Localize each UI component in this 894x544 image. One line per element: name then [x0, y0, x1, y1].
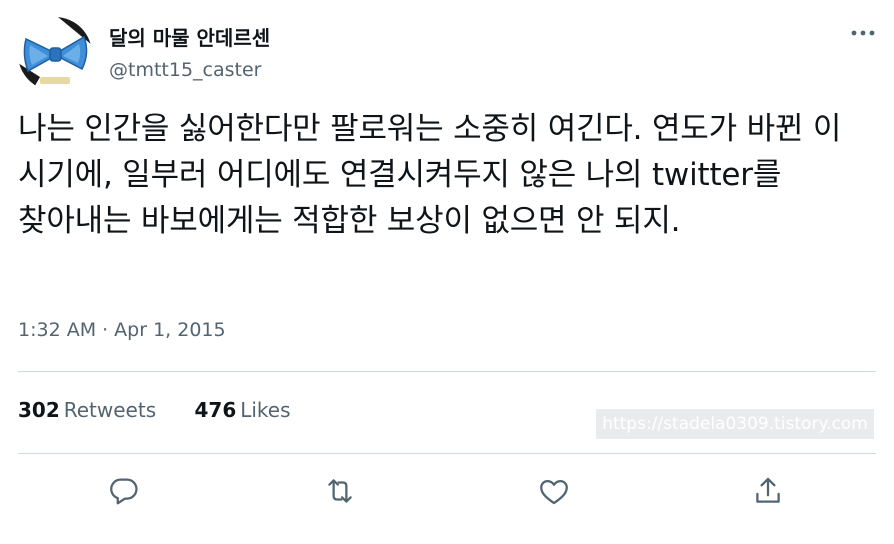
reply-button[interactable] — [107, 474, 141, 508]
retweet-button[interactable] — [323, 474, 357, 508]
engagement-stats: 302 Retweets 476 Likes — [18, 398, 323, 422]
display-name[interactable]: 달의 마물 안데르센 — [109, 22, 270, 51]
likes-stat[interactable]: 476 Likes — [194, 398, 290, 422]
retweets-stat[interactable]: 302 Retweets — [18, 398, 156, 422]
like-icon — [540, 479, 568, 505]
tweet-card: 달의 마물 안데르센 @tmtt15_caster 나는 인간을 싫어한다만 팔… — [0, 0, 894, 544]
divider — [18, 371, 876, 372]
share-icon — [756, 477, 780, 503]
likes-label: Likes — [240, 398, 291, 422]
watermark: https://stadela0309.tistory.com — [596, 409, 874, 439]
reply-icon — [110, 478, 138, 505]
tweet-text: 나는 인간을 싫어한다만 팔로워는 소중히 여긴다. 연도가 바뀐 이 시기에,… — [18, 111, 842, 239]
likes-count: 476 — [194, 398, 237, 422]
divider — [18, 453, 876, 454]
tweet-timestamp[interactable]: 1:32 AM · Apr 1, 2015 — [18, 319, 226, 341]
bow-tie-icon — [18, 17, 92, 91]
share-button[interactable] — [751, 474, 785, 508]
tweet-time: 1:32 AM — [18, 319, 97, 341]
timestamp-separator: · — [102, 319, 109, 341]
retweets-label: Retweets — [63, 398, 157, 422]
like-button[interactable] — [537, 474, 571, 508]
avatar[interactable] — [18, 17, 92, 91]
user-handle[interactable]: @tmtt15_caster — [109, 59, 261, 81]
more-horizontal-icon[interactable] — [846, 22, 880, 44]
retweets-count: 302 — [18, 398, 60, 422]
tweet-date: Apr 1, 2015 — [114, 319, 226, 341]
retweet-icon — [328, 479, 352, 503]
